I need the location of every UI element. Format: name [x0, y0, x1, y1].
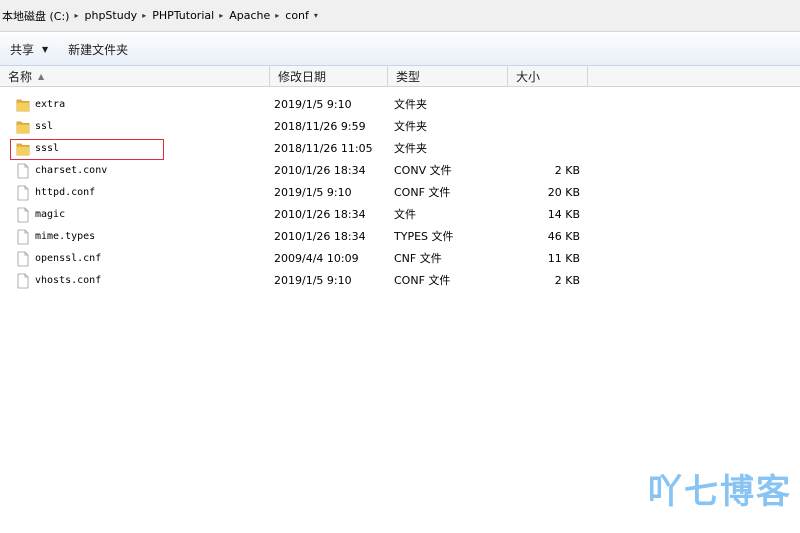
file-row[interactable]: charset.conv 2010/1/26 18:34 CONV 文件 2 KB	[0, 160, 600, 182]
column-name[interactable]: 名称 ▲	[0, 66, 270, 87]
file-icon	[16, 207, 30, 223]
file-type: CONF 文件	[394, 274, 451, 287]
column-size-label: 大小	[516, 70, 541, 84]
file-size	[510, 138, 580, 160]
file-type: TYPES 文件	[394, 230, 454, 243]
file-type: CONF 文件	[394, 186, 451, 199]
chevron-right-icon[interactable]: ▸	[275, 11, 279, 20]
watermark-logo: 吖七博客	[648, 472, 792, 512]
breadcrumb-conf[interactable]: conf	[285, 9, 309, 22]
file-icon	[16, 273, 30, 289]
chevron-down-icon[interactable]: ▾	[314, 11, 318, 20]
breadcrumb-apache[interactable]: Apache	[229, 9, 270, 22]
share-button[interactable]: 共享 ▼	[0, 37, 58, 61]
file-type: 文件夹	[394, 120, 427, 133]
file-date: 2010/1/26 18:34	[274, 164, 366, 177]
file-size: 2 KB	[554, 164, 580, 177]
file-icon	[16, 163, 30, 179]
breadcrumb-drive[interactable]: 本地磁盘 (C:)	[2, 8, 69, 24]
file-type: CONV 文件	[394, 164, 452, 177]
file-name: charset.conv	[35, 165, 108, 176]
share-label: 共享	[10, 42, 35, 57]
file-date: 2018/11/26 11:05	[274, 142, 373, 155]
column-date-label: 修改日期	[278, 70, 327, 84]
column-size[interactable]: 大小	[508, 66, 588, 87]
column-type[interactable]: 类型	[388, 66, 508, 87]
file-row[interactable]: magic 2010/1/26 18:34 文件 14 KB	[0, 204, 600, 226]
file-size: 11 KB	[547, 252, 580, 265]
file-size: 46 KB	[547, 230, 580, 243]
file-size	[510, 94, 580, 116]
file-date: 2010/1/26 18:34	[274, 230, 366, 243]
folder-icon	[16, 119, 30, 135]
file-name: extra	[35, 99, 66, 110]
file-size: 20 KB	[547, 186, 580, 199]
file-type: 文件	[394, 208, 416, 221]
column-name-label: 名称	[8, 70, 33, 84]
file-date: 2019/1/5 9:10	[274, 186, 352, 199]
file-row[interactable]: mime.types 2010/1/26 18:34 TYPES 文件 46 KB	[0, 226, 600, 248]
file-icon	[16, 229, 30, 245]
new-folder-label: 新建文件夹	[68, 42, 129, 57]
file-date: 2010/1/26 18:34	[274, 208, 366, 221]
file-name: openssl.cnf	[35, 253, 102, 264]
column-date[interactable]: 修改日期	[270, 66, 388, 87]
file-row[interactable]: extra 2019/1/5 9:10 文件夹	[0, 94, 600, 116]
file-name: vhosts.conf	[35, 275, 102, 286]
chevron-right-icon[interactable]: ▸	[74, 11, 78, 20]
file-size: 14 KB	[547, 208, 580, 221]
folder-icon	[16, 97, 30, 113]
file-icon	[16, 185, 30, 201]
address-bar[interactable]: 本地磁盘 (C:) ▸ phpStudy ▸ PHPTutorial ▸ Apa…	[0, 0, 800, 32]
file-date: 2019/1/5 9:10	[274, 274, 352, 287]
chevron-right-icon[interactable]: ▸	[142, 11, 146, 20]
file-name: magic	[35, 209, 66, 220]
file-name: httpd.conf	[35, 187, 96, 198]
file-date: 2018/11/26 9:59	[274, 120, 366, 133]
file-row[interactable]: ssl 2018/11/26 9:59 文件夹	[0, 116, 600, 138]
file-size: 2 KB	[554, 274, 580, 287]
file-row[interactable]: vhosts.conf 2019/1/5 9:10 CONF 文件 2 KB	[0, 270, 600, 292]
command-toolbar: 共享 ▼ 新建文件夹	[0, 33, 800, 66]
breadcrumb-phpstudy[interactable]: phpStudy	[84, 9, 137, 22]
file-type: 文件夹	[394, 142, 427, 155]
new-folder-button[interactable]: 新建文件夹	[58, 37, 138, 61]
file-name: ssl	[35, 121, 54, 132]
chevron-right-icon[interactable]: ▸	[219, 11, 223, 20]
column-header: 名称 ▲ 修改日期 类型 大小	[0, 66, 800, 87]
file-name: mime.types	[35, 231, 96, 242]
sort-ascending-icon: ▲	[38, 72, 45, 81]
chevron-down-icon: ▼	[42, 44, 49, 54]
file-type: CNF 文件	[394, 252, 442, 265]
file-size	[510, 116, 580, 138]
file-row[interactable]: openssl.cnf 2009/4/4 10:09 CNF 文件 11 KB	[0, 248, 600, 270]
file-row[interactable]: httpd.conf 2019/1/5 9:10 CONF 文件 20 KB	[0, 182, 600, 204]
file-type: 文件夹	[394, 98, 427, 111]
highlight-box	[10, 139, 164, 160]
breadcrumb-phptutorial[interactable]: PHPTutorial	[152, 9, 214, 22]
column-type-label: 类型	[396, 70, 421, 84]
file-icon	[16, 251, 30, 267]
file-date: 2019/1/5 9:10	[274, 98, 352, 111]
file-date: 2009/4/4 10:09	[274, 252, 359, 265]
